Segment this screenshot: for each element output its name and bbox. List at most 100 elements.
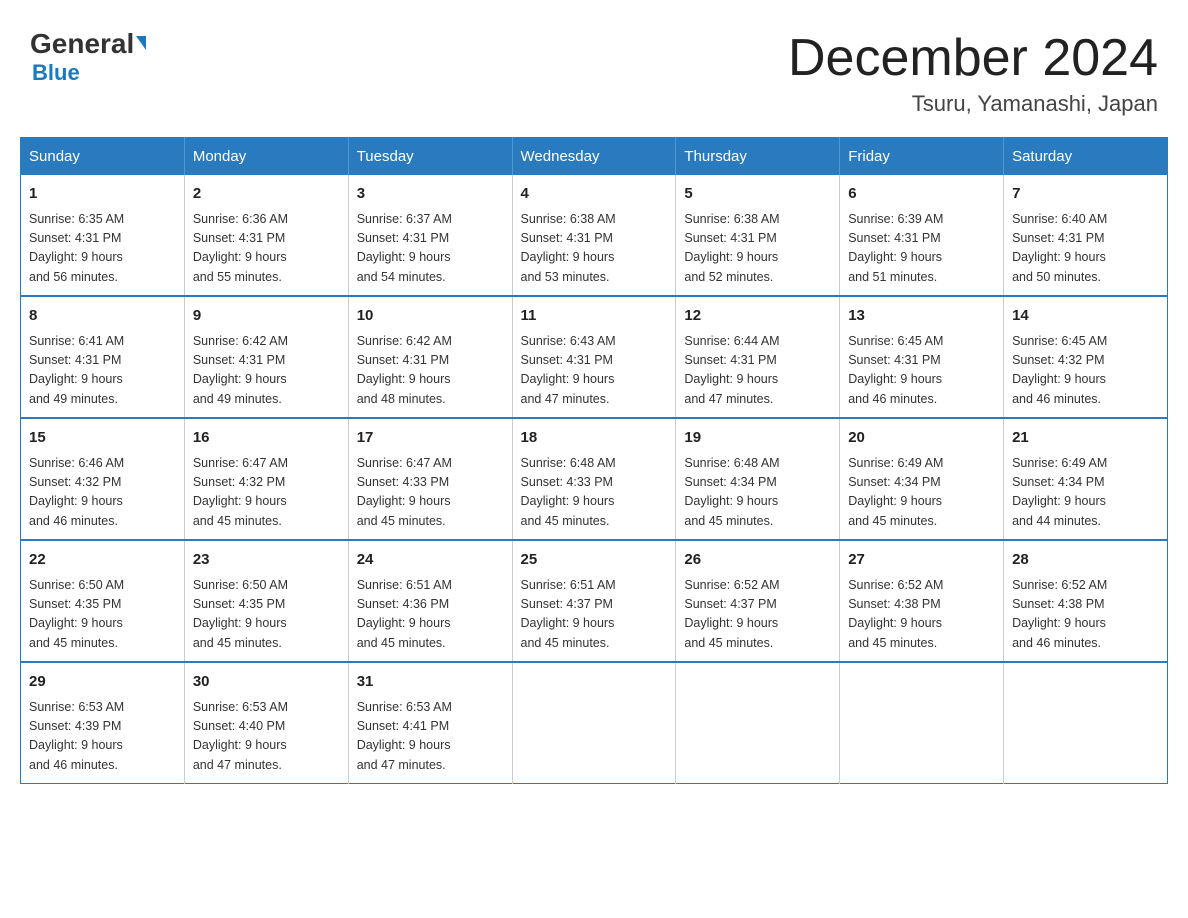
col-thursday: Thursday: [676, 138, 840, 176]
day-info: Sunrise: 6:46 AMSunset: 4:32 PMDaylight:…: [29, 454, 176, 532]
table-row: 28 Sunrise: 6:52 AMSunset: 4:38 PMDayligh…: [1004, 540, 1168, 662]
day-info: Sunrise: 6:38 AMSunset: 4:31 PMDaylight:…: [521, 210, 668, 288]
day-info: Sunrise: 6:52 AMSunset: 4:38 PMDaylight:…: [848, 576, 995, 654]
day-info: Sunrise: 6:52 AMSunset: 4:38 PMDaylight:…: [1012, 576, 1159, 654]
table-row: 25 Sunrise: 6:51 AMSunset: 4:37 PMDayligh…: [512, 540, 676, 662]
table-row: 31Sunrise: 6:53 AMSunset: 4:41 PMDayligh…: [348, 662, 512, 784]
day-info: Sunrise: 6:37 AMSunset: 4:31 PMDaylight:…: [357, 210, 504, 288]
table-row: 6 Sunrise: 6:39 AMSunset: 4:31 PMDaylight…: [840, 175, 1004, 296]
calendar-header-row: Sunday Monday Tuesday Wednesday Thursday…: [21, 138, 1168, 176]
table-row: 21Sunrise: 6:49 AMSunset: 4:34 PMDayligh…: [1004, 418, 1168, 540]
logo: General Blue: [30, 30, 146, 86]
table-row: 26Sunrise: 6:52 AMSunset: 4:37 PMDayligh…: [676, 540, 840, 662]
table-row: 3Sunrise: 6:37 AMSunset: 4:31 PMDaylight…: [348, 175, 512, 296]
col-tuesday: Tuesday: [348, 138, 512, 176]
table-row: 2 Sunrise: 6:36 AMSunset: 4:31 PMDaylight…: [184, 175, 348, 296]
day-info: Sunrise: 6:47 AMSunset: 4:33 PMDaylight:…: [357, 454, 504, 532]
day-info: Sunrise: 6:50 AMSunset: 4:35 PMDaylight:…: [29, 576, 176, 654]
table-row: 4 Sunrise: 6:38 AMSunset: 4:31 PMDaylight…: [512, 175, 676, 296]
day-number: 22: [29, 549, 176, 572]
col-friday: Friday: [840, 138, 1004, 176]
day-number: 28: [1012, 549, 1159, 572]
table-row: 9 Sunrise: 6:42 AMSunset: 4:31 PMDaylight…: [184, 296, 348, 418]
day-info: Sunrise: 6:53 AMSunset: 4:39 PMDaylight:…: [29, 698, 176, 776]
calendar-week-row: 15 Sunrise: 6:46 AMSunset: 4:32 PMDayligh…: [21, 418, 1168, 540]
table-row: 17 Sunrise: 6:47 AMSunset: 4:33 PMDayligh…: [348, 418, 512, 540]
table-row: 11Sunrise: 6:43 AMSunset: 4:31 PMDayligh…: [512, 296, 676, 418]
day-number: 18: [521, 427, 668, 450]
table-row: 18 Sunrise: 6:48 AMSunset: 4:33 PMDayligh…: [512, 418, 676, 540]
day-info: Sunrise: 6:51 AMSunset: 4:36 PMDaylight:…: [357, 576, 504, 654]
calendar-week-row: 8 Sunrise: 6:41 AMSunset: 4:31 PMDaylight…: [21, 296, 1168, 418]
day-number: 24: [357, 549, 504, 572]
table-row: 22 Sunrise: 6:50 AMSunset: 4:35 PMDayligh…: [21, 540, 185, 662]
day-number: 12: [684, 305, 831, 328]
col-sunday: Sunday: [21, 138, 185, 176]
table-row: 16 Sunrise: 6:47 AMSunset: 4:32 PMDayligh…: [184, 418, 348, 540]
day-number: 6: [848, 183, 995, 206]
day-info: Sunrise: 6:41 AMSunset: 4:31 PMDaylight:…: [29, 332, 176, 410]
calendar-week-row: 1Sunrise: 6:35 AMSunset: 4:31 PMDaylight…: [21, 175, 1168, 296]
day-info: Sunrise: 6:53 AMSunset: 4:41 PMDaylight:…: [357, 698, 504, 776]
day-number: 30: [193, 671, 340, 694]
day-number: 14: [1012, 305, 1159, 328]
calendar-table: Sunday Monday Tuesday Wednesday Thursday…: [20, 137, 1168, 784]
day-info: Sunrise: 6:38 AMSunset: 4:31 PMDaylight:…: [684, 210, 831, 288]
col-wednesday: Wednesday: [512, 138, 676, 176]
day-info: Sunrise: 6:39 AMSunset: 4:31 PMDaylight:…: [848, 210, 995, 288]
day-number: 8: [29, 305, 176, 328]
title-block: December 2024 Tsuru, Yamanashi, Japan: [788, 30, 1158, 117]
day-number: 5: [684, 183, 831, 206]
logo-general-line: General: [30, 30, 146, 58]
calendar-week-row: 22 Sunrise: 6:50 AMSunset: 4:35 PMDayligh…: [21, 540, 1168, 662]
table-row: 15 Sunrise: 6:46 AMSunset: 4:32 PMDayligh…: [21, 418, 185, 540]
table-row: 24 Sunrise: 6:51 AMSunset: 4:36 PMDayligh…: [348, 540, 512, 662]
day-info: Sunrise: 6:36 AMSunset: 4:31 PMDaylight:…: [193, 210, 340, 288]
day-number: 16: [193, 427, 340, 450]
day-info: Sunrise: 6:42 AMSunset: 4:31 PMDaylight:…: [357, 332, 504, 410]
table-row: [840, 662, 1004, 784]
day-info: Sunrise: 6:49 AMSunset: 4:34 PMDaylight:…: [848, 454, 995, 532]
day-number: 21: [1012, 427, 1159, 450]
table-row: 23 Sunrise: 6:50 AMSunset: 4:35 PMDayligh…: [184, 540, 348, 662]
table-row: 20 Sunrise: 6:49 AMSunset: 4:34 PMDayligh…: [840, 418, 1004, 540]
day-number: 15: [29, 427, 176, 450]
day-number: 29: [29, 671, 176, 694]
table-row: 27Sunrise: 6:52 AMSunset: 4:38 PMDayligh…: [840, 540, 1004, 662]
table-row: 12Sunrise: 6:44 AMSunset: 4:31 PMDayligh…: [676, 296, 840, 418]
day-number: 25: [521, 549, 668, 572]
table-row: 19Sunrise: 6:48 AMSunset: 4:34 PMDayligh…: [676, 418, 840, 540]
table-row: 5 Sunrise: 6:38 AMSunset: 4:31 PMDaylight…: [676, 175, 840, 296]
table-row: [512, 662, 676, 784]
day-info: Sunrise: 6:40 AMSunset: 4:31 PMDaylight:…: [1012, 210, 1159, 288]
day-number: 9: [193, 305, 340, 328]
day-number: 13: [848, 305, 995, 328]
table-row: 7Sunrise: 6:40 AMSunset: 4:31 PMDaylight…: [1004, 175, 1168, 296]
table-row: 30Sunrise: 6:53 AMSunset: 4:40 PMDayligh…: [184, 662, 348, 784]
day-info: Sunrise: 6:50 AMSunset: 4:35 PMDaylight:…: [193, 576, 340, 654]
day-number: 20: [848, 427, 995, 450]
table-row: 1Sunrise: 6:35 AMSunset: 4:31 PMDaylight…: [21, 175, 185, 296]
day-number: 11: [521, 305, 668, 328]
table-row: 10Sunrise: 6:42 AMSunset: 4:31 PMDayligh…: [348, 296, 512, 418]
calendar-subtitle: Tsuru, Yamanashi, Japan: [788, 91, 1158, 117]
day-number: 4: [521, 183, 668, 206]
day-info: Sunrise: 6:45 AMSunset: 4:32 PMDaylight:…: [1012, 332, 1159, 410]
table-row: 13 Sunrise: 6:45 AMSunset: 4:31 PMDayligh…: [840, 296, 1004, 418]
day-number: 1: [29, 183, 176, 206]
day-number: 19: [684, 427, 831, 450]
day-info: Sunrise: 6:45 AMSunset: 4:31 PMDaylight:…: [848, 332, 995, 410]
day-info: Sunrise: 6:48 AMSunset: 4:33 PMDaylight:…: [521, 454, 668, 532]
calendar-week-row: 29 Sunrise: 6:53 AMSunset: 4:39 PMDayligh…: [21, 662, 1168, 784]
table-row: [1004, 662, 1168, 784]
page-header: General Blue December 2024 Tsuru, Yamana…: [20, 20, 1168, 117]
table-row: 29 Sunrise: 6:53 AMSunset: 4:39 PMDayligh…: [21, 662, 185, 784]
day-info: Sunrise: 6:47 AMSunset: 4:32 PMDaylight:…: [193, 454, 340, 532]
table-row: [676, 662, 840, 784]
day-number: 23: [193, 549, 340, 572]
table-row: 14 Sunrise: 6:45 AMSunset: 4:32 PMDayligh…: [1004, 296, 1168, 418]
day-info: Sunrise: 6:42 AMSunset: 4:31 PMDaylight:…: [193, 332, 340, 410]
day-number: 2: [193, 183, 340, 206]
day-info: Sunrise: 6:51 AMSunset: 4:37 PMDaylight:…: [521, 576, 668, 654]
day-number: 17: [357, 427, 504, 450]
